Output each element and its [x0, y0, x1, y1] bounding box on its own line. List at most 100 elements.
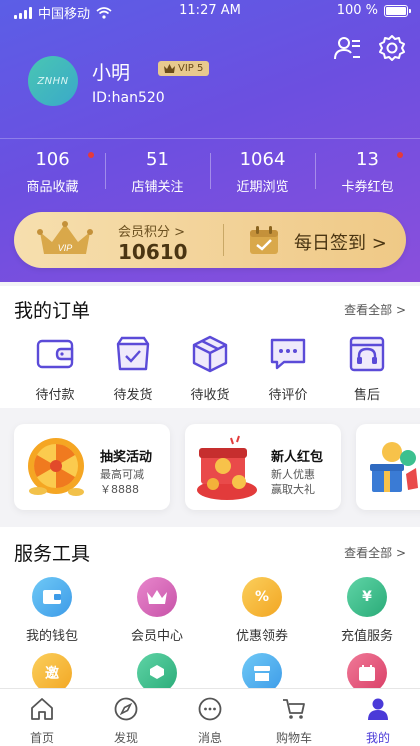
- battery-icon: [384, 4, 411, 17]
- battery-percent: 100 %: [336, 3, 378, 18]
- order-pending-receipt[interactable]: 待收货: [175, 334, 245, 403]
- promo-subtitle: ￥8888: [100, 483, 139, 496]
- wallet-icon: [36, 339, 74, 369]
- shop-bag-icon: [116, 336, 150, 371]
- stat-label: 卡券红包: [341, 180, 394, 195]
- red-envelope-icon: [197, 435, 257, 500]
- tab-label: 购物车: [275, 731, 312, 745]
- daily-signin-button[interactable]: 每日签到 >: [294, 229, 387, 255]
- vip-badge: VIP 5: [158, 61, 210, 76]
- service-calendar[interactable]: [327, 653, 407, 688]
- tab-bar: 首页 发现 消息 购物车 我的: [0, 688, 420, 746]
- stat-label: 商品收藏: [26, 180, 79, 195]
- service-label: 我的钱包: [25, 629, 78, 644]
- orders-section: 我的订单 查看全部 > 待付款 待发货 待收货 待评价 售后: [0, 286, 420, 408]
- avatar[interactable]: ZNHN: [28, 56, 78, 106]
- points-label[interactable]: 会员积分 >: [118, 221, 185, 240]
- service-glyph: ¥: [362, 589, 372, 605]
- promo-gift[interactable]: [356, 424, 420, 510]
- stat-label: 店铺关注: [131, 180, 184, 195]
- cart-icon: [283, 699, 305, 719]
- stat-value: 51: [146, 149, 169, 170]
- calendar-icon: [347, 653, 387, 688]
- service-hand-box[interactable]: [117, 653, 197, 688]
- section-title: 我的订单: [14, 300, 91, 322]
- stat-coupons[interactable]: 13 卡券红包: [315, 139, 420, 200]
- username: 小明: [92, 62, 131, 84]
- order-pending-shipment[interactable]: 待发货: [98, 334, 168, 403]
- section-title: 服务工具: [14, 543, 91, 565]
- service-label: 优惠领券: [235, 629, 288, 644]
- promo-new-user[interactable]: 新人红包 新人优惠 赢取大礼: [185, 424, 341, 510]
- service-store[interactable]: [222, 653, 302, 688]
- view-all-link[interactable]: 查看全部 >: [344, 544, 406, 561]
- status-bar: 中国移动 11:27 AM 100 %: [0, 0, 420, 24]
- coupon-icon: %: [242, 577, 282, 617]
- view-all-link[interactable]: 查看全部 >: [344, 301, 406, 318]
- vip-level: VIP 5: [178, 63, 204, 74]
- service-wallet[interactable]: 我的钱包: [12, 577, 92, 644]
- headset-icon: [349, 336, 385, 372]
- stat-followed-shops[interactable]: 51 店铺关注: [105, 139, 210, 200]
- tab-home[interactable]: 首页: [0, 689, 84, 746]
- tab-label: 发现: [113, 731, 138, 745]
- tab-cart[interactable]: 购物车: [252, 689, 336, 746]
- store-icon: [242, 653, 282, 688]
- service-coupons[interactable]: % 优惠领券: [222, 577, 302, 644]
- service-glyph: %: [254, 589, 270, 605]
- chat-icon: [270, 338, 306, 370]
- service-label: 充值服务: [340, 629, 393, 644]
- order-pending-review[interactable]: 待评价: [253, 334, 323, 403]
- promo-subtitle: 最高可减: [100, 468, 144, 481]
- gear-icon[interactable]: [378, 34, 406, 62]
- lottery-wheel-icon: [28, 438, 84, 496]
- crown-icon: [137, 577, 177, 617]
- compass-icon: [114, 697, 138, 721]
- promo-subtitle: 赢取大礼: [271, 483, 315, 496]
- vip-crown-icon: VIP: [37, 221, 93, 254]
- order-label: 待收货: [190, 388, 230, 403]
- wallet-icon: [32, 577, 72, 617]
- notification-dot: [88, 152, 94, 158]
- order-label: 待发货: [113, 388, 153, 403]
- promo-title: 新人红包: [271, 450, 324, 465]
- services-section: 服务工具 查看全部 > 我的钱包 会员中心 % 优惠领券 ¥ 充值服务 邀: [0, 527, 420, 688]
- order-after-sales[interactable]: 售后: [332, 334, 402, 403]
- calendar-check-icon: [250, 226, 278, 254]
- profile-list-icon[interactable]: [333, 34, 361, 62]
- order-label: 售后: [353, 388, 380, 403]
- promo-subtitle: 新人优惠: [271, 468, 315, 481]
- notification-dot: [397, 152, 403, 158]
- invite-icon: 邀: [32, 653, 72, 688]
- divider: [223, 224, 224, 256]
- service-label: 会员中心: [130, 629, 183, 644]
- crown-icon: [164, 64, 175, 73]
- stat-recent-views[interactable]: 1064 近期浏览: [210, 139, 315, 200]
- avatar-logo-text: ZNHN: [37, 75, 69, 87]
- member-card: VIP 会员积分 > 10610 每日签到 >: [14, 212, 406, 268]
- points-value: 10610: [118, 240, 188, 264]
- service-recharge[interactable]: ¥ 充值服务: [327, 577, 407, 644]
- service-member-center[interactable]: 会员中心: [117, 577, 197, 644]
- tab-profile[interactable]: 我的: [336, 689, 420, 746]
- stats-row: 106 商品收藏 51 店铺关注 1064 近期浏览 13 卡券红包: [0, 138, 420, 200]
- service-invite[interactable]: 邀: [12, 653, 92, 688]
- promo-title: 抽奖活动: [100, 450, 153, 465]
- gift-box-icon: [370, 442, 418, 492]
- hand-box-icon: [137, 653, 177, 688]
- tab-messages[interactable]: 消息: [168, 689, 252, 746]
- stat-label: 近期浏览: [236, 180, 289, 195]
- order-pending-payment[interactable]: 待付款: [20, 334, 90, 403]
- stat-favorites[interactable]: 106 商品收藏: [0, 139, 105, 200]
- user-icon: [368, 698, 388, 720]
- tab-discover[interactable]: 发现: [84, 689, 168, 746]
- stat-value: 1064: [239, 149, 286, 170]
- home-icon: [31, 698, 53, 720]
- user-id: ID:han520: [92, 90, 165, 106]
- vip-crown-text: VIP: [58, 243, 73, 253]
- order-label: 待付款: [35, 388, 75, 403]
- tab-label: 我的: [365, 731, 390, 745]
- message-icon: [198, 697, 222, 721]
- promo-lottery[interactable]: 抽奖活动 最高可减 ￥8888: [14, 424, 170, 510]
- order-label: 待评价: [268, 388, 308, 403]
